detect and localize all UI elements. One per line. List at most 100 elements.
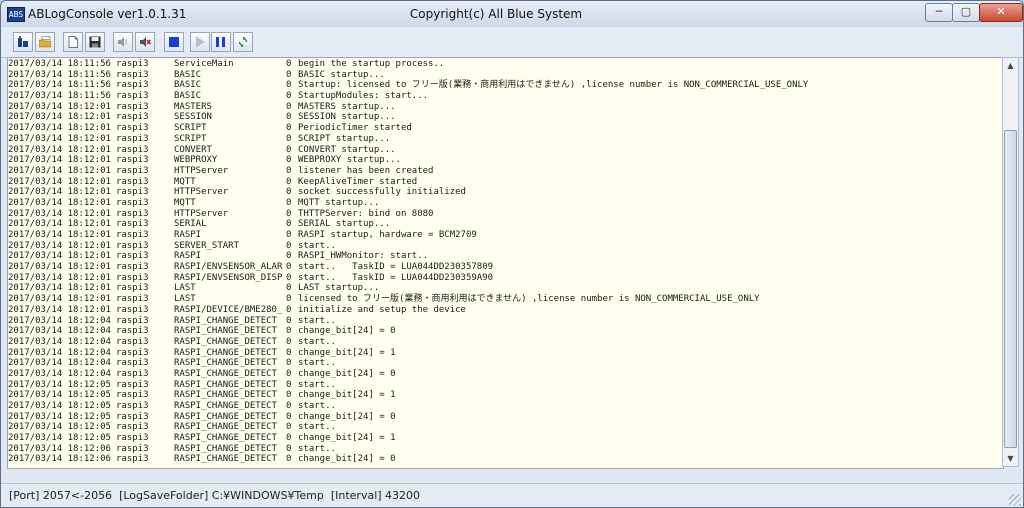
- log-line: 2017/03/14 18:12:01 raspi3 SCRIPT 0 SCRIPT s…: [8, 134, 808, 145]
- resize-grip[interactable]: [1009, 494, 1021, 506]
- log-message: start..: [298, 422, 336, 433]
- log-module: RASPI_CHANGE_DETECT: [174, 379, 277, 390]
- log-timestamp: 2017/03/14 18:11:56: [8, 91, 111, 102]
- log-level: 0: [286, 368, 292, 379]
- log-message: RASPI_HWMonitor: start..: [298, 251, 429, 262]
- log-level: 0: [286, 240, 292, 251]
- play-button[interactable]: [190, 32, 210, 52]
- log-level: 0: [286, 315, 292, 326]
- log-module: RASPI_CHANGE_DETECT: [174, 422, 277, 433]
- log-timestamp: 2017/03/14 18:12:05: [8, 401, 111, 411]
- log-message: THTTPServer: bind on 8080: [298, 208, 434, 219]
- save-button[interactable]: [85, 32, 105, 52]
- copyright-text: Copyright(c) All Blue System: [409, 7, 583, 21]
- log-level: 0: [286, 176, 292, 187]
- log-line: 2017/03/14 18:12:04 raspi3 RASPI_CHANGE_DE…: [8, 348, 808, 359]
- log-line: 2017/03/14 18:12:05 raspi3 RASPI_CHANGE_DE…: [8, 412, 808, 423]
- log-module: RASPI/ENVSENSOR_ALAR: [174, 262, 283, 273]
- pause-button[interactable]: [211, 32, 231, 52]
- log-module: CONVERT: [174, 144, 212, 155]
- stop-icon: [169, 37, 179, 47]
- log-message: CONVERT startup...: [298, 144, 396, 155]
- log-level: 0: [286, 358, 292, 369]
- log-line: 2017/03/14 18:12:06 raspi3 RASPI_CHANGE_DE…: [8, 454, 808, 465]
- status-interval: [Interval] 43200: [330, 489, 421, 502]
- log-timestamp: 2017/03/14 18:12:04: [8, 368, 111, 379]
- sound-mute-button[interactable]: [135, 32, 155, 52]
- log-module: RASPI_CHANGE_DETECT: [174, 390, 277, 401]
- log-timestamp: 2017/03/14 18:12:01: [8, 133, 111, 144]
- log-message: change_bit[24] = 0: [298, 368, 396, 379]
- log-module: MASTERS: [174, 101, 212, 112]
- log-host: raspi3: [116, 133, 149, 144]
- log-level: 0: [286, 59, 292, 69]
- title-bar[interactable]: ABS ABLogConsole ver1.0.1.31 Copyright(c…: [1, 1, 1023, 27]
- folder-log-icon: [39, 36, 51, 48]
- connect-button[interactable]: [13, 32, 33, 52]
- log-module: MQTT: [174, 197, 196, 208]
- log-timestamp: 2017/03/14 18:12:01: [8, 240, 111, 251]
- new-document-icon: [68, 36, 78, 48]
- log-line: 2017/03/14 18:12:01 raspi3 RASPI/ENVSENSOR…: [8, 262, 808, 273]
- maximize-button[interactable]: ▢: [952, 3, 980, 22]
- log-level: 0: [286, 422, 292, 433]
- status-log-folder: [LogSaveFolder] C:¥WINDOWS¥Temp: [119, 489, 324, 502]
- play-icon: [196, 36, 205, 48]
- log-host: raspi3: [116, 368, 149, 379]
- log-module: HTTPServer: [174, 187, 229, 198]
- log-module: RASPI_CHANGE_DETECT: [174, 454, 277, 465]
- log-module: RASPI_CHANGE_DETECT: [174, 358, 277, 369]
- log-view[interactable]: 2017/03/14 18:11:56 raspi3 ServiceMain 0 beg…: [7, 57, 1004, 469]
- sound-off-button[interactable]: [113, 32, 133, 52]
- log-level: 0: [286, 91, 292, 102]
- log-folder-button[interactable]: [35, 32, 55, 52]
- log-host: raspi3: [116, 251, 149, 262]
- log-host: raspi3: [116, 155, 149, 166]
- log-message: change_bit[24] = 1: [298, 390, 396, 401]
- close-button[interactable]: ✕: [979, 3, 1023, 22]
- log-message: initialize and setup the device: [298, 304, 466, 315]
- log-timestamp: 2017/03/14 18:12:04: [8, 358, 111, 369]
- refresh-button[interactable]: [233, 32, 253, 52]
- log-host: raspi3: [116, 294, 149, 305]
- minimize-button[interactable]: ─: [925, 3, 953, 22]
- log-level: 0: [286, 187, 292, 198]
- log-module: RASPI_CHANGE_DETECT: [174, 411, 277, 422]
- log-message: change_bit[24] = 0: [298, 454, 396, 465]
- log-level: 0: [286, 283, 292, 294]
- pause-icon: [216, 37, 225, 47]
- log-host: raspi3: [116, 80, 149, 91]
- log-timestamp: 2017/03/14 18:12:01: [8, 187, 111, 198]
- log-host: raspi3: [116, 59, 149, 69]
- log-module: LAST: [174, 294, 196, 305]
- scroll-up-icon[interactable]: ▲: [1003, 58, 1018, 73]
- log-module: SCRIPT: [174, 123, 207, 134]
- close-icon: ✕: [996, 5, 1006, 18]
- new-button[interactable]: [63, 32, 83, 52]
- log-module: RASPI_CHANGE_DETECT: [174, 443, 277, 454]
- log-line: 2017/03/14 18:12:05 raspi3 RASPI_CHANGE_DE…: [8, 422, 808, 433]
- log-host: raspi3: [116, 176, 149, 187]
- log-host: raspi3: [116, 283, 149, 294]
- log-line: 2017/03/14 18:11:56 raspi3 ServiceMain 0 beg…: [8, 59, 808, 70]
- log-host: raspi3: [116, 208, 149, 219]
- status-bar: [Port] 2057<-2056 [LogSaveFolder] C:¥WIN…: [1, 483, 1023, 507]
- stop-button[interactable]: [164, 32, 184, 52]
- log-timestamp: 2017/03/14 18:12:01: [8, 112, 111, 123]
- log-host: raspi3: [116, 433, 149, 444]
- log-module: RASPI: [174, 251, 202, 262]
- vertical-scrollbar[interactable]: ▲ ▼: [1002, 57, 1019, 467]
- log-line: 2017/03/14 18:11:56 raspi3 BASIC 0 StartupMo…: [8, 91, 808, 102]
- scroll-down-icon[interactable]: ▼: [1003, 451, 1018, 466]
- log-message: MQTT startup...: [298, 197, 380, 208]
- log-level: 0: [286, 69, 292, 80]
- log-module: ServiceMain: [174, 59, 234, 69]
- log-line: 2017/03/14 18:12:04 raspi3 RASPI_CHANGE_DE…: [8, 369, 808, 380]
- log-host: raspi3: [116, 69, 149, 80]
- log-level: 0: [286, 144, 292, 155]
- scrollbar-thumb[interactable]: [1004, 130, 1017, 448]
- log-level: 0: [286, 262, 292, 273]
- log-level: 0: [286, 336, 292, 347]
- log-host: raspi3: [116, 358, 149, 369]
- log-message: KeepAliveTimer started: [298, 176, 418, 187]
